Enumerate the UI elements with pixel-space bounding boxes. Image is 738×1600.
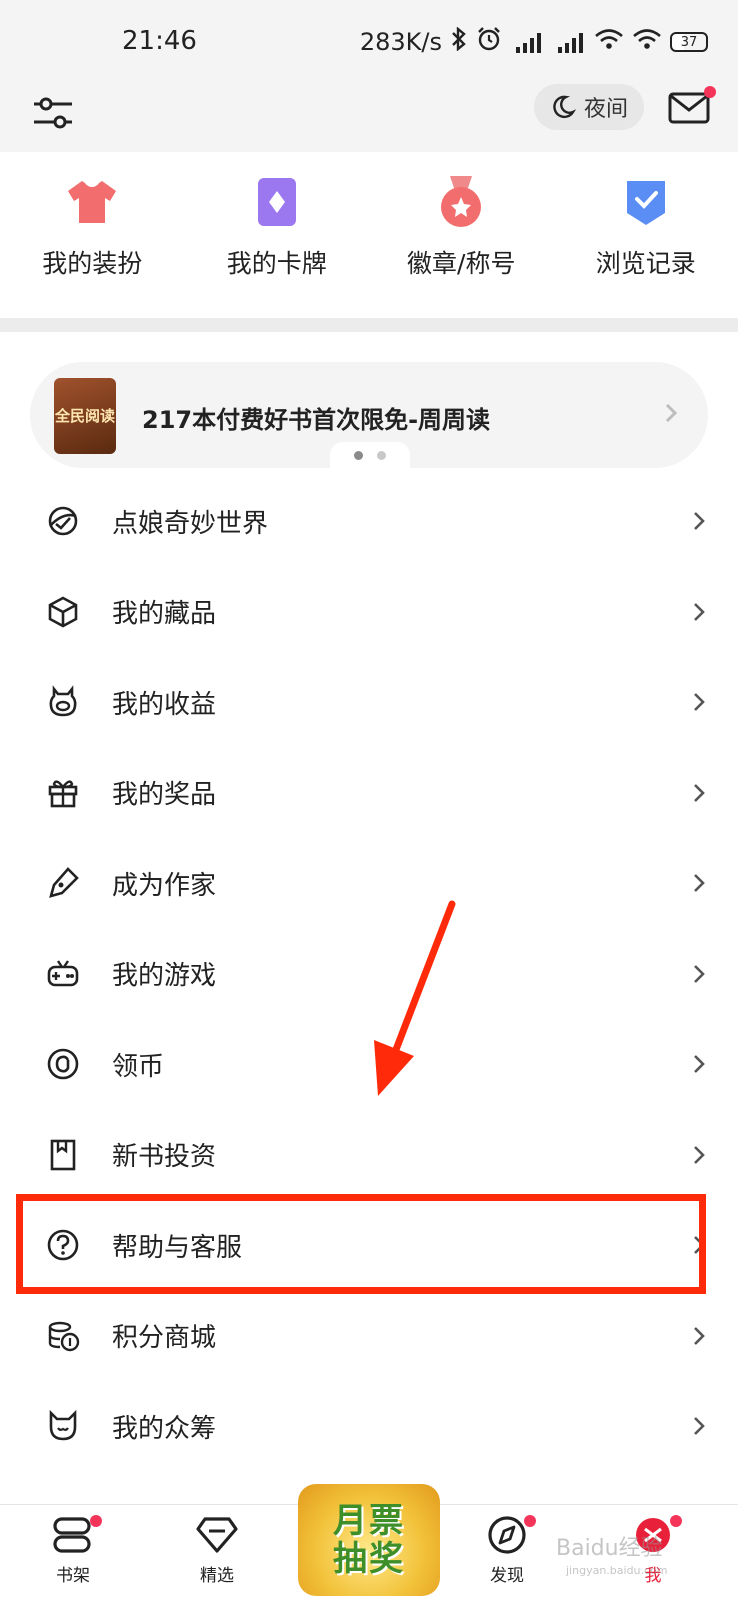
status-icons: 283K/s 37 (360, 26, 708, 58)
coins-icon (48, 1321, 80, 1351)
menu-label: 我的游戏 (112, 961, 217, 992)
tab-label: 精选 (200, 1566, 234, 1586)
baidu-watermark-url: jingyan.baidu.com (566, 1564, 668, 1577)
tab-label: 书架 (56, 1566, 90, 1586)
menu-label: 我的藏品 (112, 599, 217, 630)
chevron-right-icon (694, 1055, 705, 1074)
annotation-arrow (374, 900, 456, 1096)
notification-dot (524, 1515, 536, 1527)
banner-text: 217本付费好书首次限免-周周读 (142, 406, 491, 434)
cube-icon (48, 596, 78, 628)
menu-label: 新书投资 (112, 1142, 217, 1173)
network-speed: 283K/s (359, 28, 442, 56)
quick-item-history[interactable]: 浏览记录 (554, 152, 738, 318)
filter-settings-icon[interactable] (30, 90, 76, 136)
menu-label: 领币 (112, 1051, 165, 1082)
piggy-icon (49, 685, 77, 717)
annotation-highlight-box (16, 1194, 706, 1294)
tab-discover[interactable]: 发现 (462, 1515, 552, 1586)
menu-label: 我的奖品 (112, 780, 217, 811)
pen-icon (49, 867, 79, 899)
chevron-right-icon (694, 1145, 705, 1164)
chevron-right-icon (694, 964, 705, 983)
tab-label: 发现 (490, 1566, 524, 1586)
chevron-right-icon (694, 1326, 705, 1345)
bookmark-icon (50, 1139, 76, 1171)
menu-item-new-book-invest[interactable]: 新书投资 (0, 1110, 738, 1201)
world-icon (48, 506, 78, 536)
quick-item-outfit[interactable]: 我的装扮 (0, 152, 185, 318)
pagination-dot-active (354, 450, 363, 460)
signal-icon-2 (552, 31, 586, 53)
gift-icon (48, 780, 78, 808)
menu-label: 成为作家 (112, 870, 217, 901)
notification-dot (704, 86, 716, 98)
menu-item-coins[interactable]: 领币 (0, 1019, 738, 1110)
notification-dot (670, 1515, 682, 1527)
tab-featured[interactable]: 精选 (172, 1515, 262, 1586)
quick-label: 我的卡牌 (226, 249, 327, 278)
menu-list: 点娘奇妙世界 我的藏品 我的收益 我的奖品 成为作家 我的游戏 领币 新书投资 (0, 476, 738, 1472)
wifi-icon-2 (632, 28, 662, 56)
tab-bookshelf[interactable]: 书架 (28, 1515, 118, 1586)
menu-label: 积分商城 (112, 1323, 217, 1354)
menu-label: 我的收益 (112, 689, 217, 720)
cat-icon (49, 1410, 77, 1441)
section-divider (0, 318, 738, 332)
quick-label: 浏览记录 (595, 249, 696, 278)
compass-icon (488, 1516, 526, 1554)
baidu-watermark: Baidu经验 (556, 1536, 663, 1561)
quick-item-badges[interactable]: 徽章/称号 (369, 152, 554, 318)
bookshelf-icon (53, 1517, 91, 1553)
menu-label: 点娘奇妙世界 (112, 508, 269, 539)
diamond-icon (196, 1517, 238, 1553)
banner-book-cover: 全民阅读 (54, 378, 116, 454)
medal-icon (433, 174, 489, 230)
wifi-icon (594, 28, 624, 56)
quick-actions: 我的装扮 我的卡牌 徽章/称号 浏览记录 (0, 152, 738, 318)
signal-icon-1 (510, 31, 544, 53)
quick-label: 我的装扮 (42, 249, 143, 278)
menu-item-collection[interactable]: 我的藏品 (0, 567, 738, 658)
shirt-icon (64, 174, 120, 230)
alarm-icon (476, 26, 502, 58)
menu-item-world[interactable]: 点娘奇妙世界 (0, 476, 738, 567)
menu-item-points-mall[interactable]: 积分商城 (0, 1291, 738, 1382)
night-mode-label: 夜间 (583, 97, 628, 122)
menu-item-games[interactable]: 我的游戏 (0, 929, 738, 1020)
bluetooth-icon (450, 26, 468, 57)
top-bar: 夜间 (0, 80, 738, 152)
chevron-right-icon (694, 512, 705, 531)
status-bar: 21:46 283K/s 37 (0, 0, 738, 80)
chevron-right-icon (665, 403, 678, 423)
status-time: 21:46 (122, 26, 197, 56)
menu-item-writer[interactable]: 成为作家 (0, 838, 738, 929)
history-icon (618, 174, 674, 230)
coin-icon (47, 1048, 79, 1080)
menu-item-prizes[interactable]: 我的奖品 (0, 748, 738, 839)
menu-item-crowdfunding[interactable]: 我的众筹 (0, 1381, 738, 1472)
mail-icon (668, 92, 710, 124)
promo-label: 月票抽奖 (333, 1501, 405, 1579)
promo-banner[interactable]: 全民阅读 217本付费好书首次限免-周周读 (30, 362, 708, 468)
notification-dot (90, 1515, 102, 1527)
pagination-dot (377, 450, 386, 460)
chevron-right-icon (694, 693, 705, 712)
menu-label: 我的众筹 (112, 1413, 217, 1444)
chevron-right-icon (694, 783, 705, 802)
menu-item-earnings[interactable]: 我的收益 (0, 657, 738, 748)
chevron-right-icon (694, 1417, 705, 1436)
card-icon (249, 174, 305, 230)
chevron-right-icon (694, 874, 705, 893)
gamepad-icon (47, 960, 79, 987)
mail-button[interactable] (668, 86, 716, 126)
quick-label: 徽章/称号 (407, 249, 516, 278)
banner-pagination (330, 442, 410, 468)
night-mode-button[interactable]: 夜间 (534, 84, 644, 130)
monthly-ticket-lottery-button[interactable]: 月票抽奖 (298, 1484, 440, 1596)
chevron-right-icon (694, 602, 705, 621)
battery-icon: 37 (670, 32, 708, 52)
quick-item-cards[interactable]: 我的卡牌 (185, 152, 370, 318)
moon-icon (553, 95, 576, 119)
